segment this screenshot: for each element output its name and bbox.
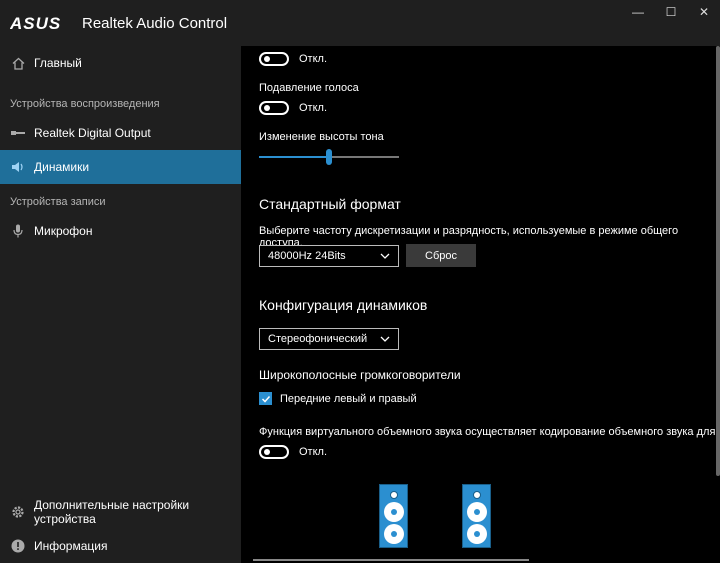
- front-left-speaker: [379, 484, 408, 548]
- virtual-surround-label: Функция виртуального объемного звука осу…: [259, 426, 720, 438]
- toggle-switch[interactable]: [259, 52, 289, 66]
- voice-suppression-toggle[interactable]: [259, 101, 289, 115]
- sidebar: Главный Устройства воспроизведения Realt…: [0, 46, 241, 563]
- pitch-slider-thumb[interactable]: [326, 149, 332, 165]
- pitch-slider-fill: [259, 156, 329, 158]
- speaker-icon: [11, 160, 25, 174]
- front-right-speaker: [462, 484, 491, 548]
- toggle-state: Откл.: [299, 53, 328, 65]
- voice-suppression-label: Подавление голоса: [259, 82, 359, 94]
- sidebar-item-label: Realtek Digital Output: [34, 126, 151, 140]
- speaker-config-heading: Конфигурация динамиков: [259, 297, 428, 313]
- sidebar-item-home[interactable]: Главный: [0, 46, 241, 80]
- default-format-heading: Стандартный формат: [259, 196, 401, 212]
- microphone-icon: [11, 224, 25, 238]
- close-button[interactable]: ✕: [686, 0, 720, 24]
- playback-section-title: Устройства воспроизведения: [10, 98, 160, 110]
- home-icon: [11, 56, 25, 70]
- scrollbar[interactable]: [716, 46, 720, 476]
- sidebar-item-label: Информация: [34, 539, 108, 553]
- chevron-down-icon: [380, 336, 390, 342]
- maximize-button[interactable]: ☐: [653, 0, 689, 24]
- record-section-title: Устройства записи: [10, 196, 106, 208]
- sidebar-item-microphone[interactable]: Микрофон: [0, 214, 241, 248]
- minimize-button[interactable]: —: [620, 0, 656, 24]
- sidebar-item-label: Главный: [34, 56, 82, 70]
- chevron-down-icon: [380, 253, 390, 259]
- toggle-row-1: Откл.: [259, 52, 327, 66]
- main-content: Откл. Подавление голоса Откл. Изменение …: [241, 46, 720, 563]
- sidebar-item-speakers[interactable]: Динамики: [0, 150, 241, 184]
- toggle-state: Откл.: [299, 446, 328, 458]
- fullrange-checkbox[interactable]: [259, 392, 272, 405]
- asus-logo: ASUS: [10, 14, 61, 32]
- virtual-surround-toggle-row: Откл.: [259, 445, 327, 459]
- pitch-slider[interactable]: [259, 149, 399, 165]
- virtual-surround-toggle[interactable]: [259, 445, 289, 459]
- pitch-label: Изменение высоты тона: [259, 131, 384, 143]
- fullrange-checkbox-label: Передние левый и правый: [280, 392, 417, 405]
- fullrange-label: Широкополосные громкоговорители: [259, 368, 461, 382]
- title-bar: ASUS Realtek Audio Control — ☐ ✕: [0, 0, 720, 46]
- svg-text:ASUS: ASUS: [10, 14, 61, 32]
- format-select[interactable]: 48000Hz 24Bits: [259, 245, 399, 267]
- sidebar-item-label: Динамики: [34, 160, 90, 174]
- voice-suppression-toggle-row: Откл.: [259, 101, 327, 115]
- sidebar-item-digital-output[interactable]: Realtek Digital Output: [0, 116, 241, 150]
- speaker-config-select[interactable]: Стереофонический: [259, 328, 399, 350]
- speaker-baseline: [253, 559, 529, 561]
- reset-button[interactable]: Сброс: [406, 244, 476, 267]
- sidebar-item-advanced-settings[interactable]: Дополнительные настройки устройства: [0, 495, 241, 529]
- sidebar-item-info[interactable]: Информация: [0, 529, 241, 563]
- sidebar-item-label: Дополнительные настройки устройства: [34, 498, 190, 526]
- speaker-config-value: Стереофонический: [268, 333, 368, 345]
- gear-icon: [11, 505, 25, 519]
- format-select-value: 48000Hz 24Bits: [268, 250, 346, 262]
- fullrange-checkbox-row: Передние левый и правый: [259, 392, 417, 405]
- checkmark-icon: [261, 395, 270, 403]
- digital-output-icon: [11, 126, 25, 140]
- info-icon: [11, 539, 25, 553]
- app-title: Realtek Audio Control: [82, 15, 228, 32]
- toggle-state: Откл.: [299, 102, 328, 114]
- sidebar-item-label: Микрофон: [34, 224, 93, 238]
